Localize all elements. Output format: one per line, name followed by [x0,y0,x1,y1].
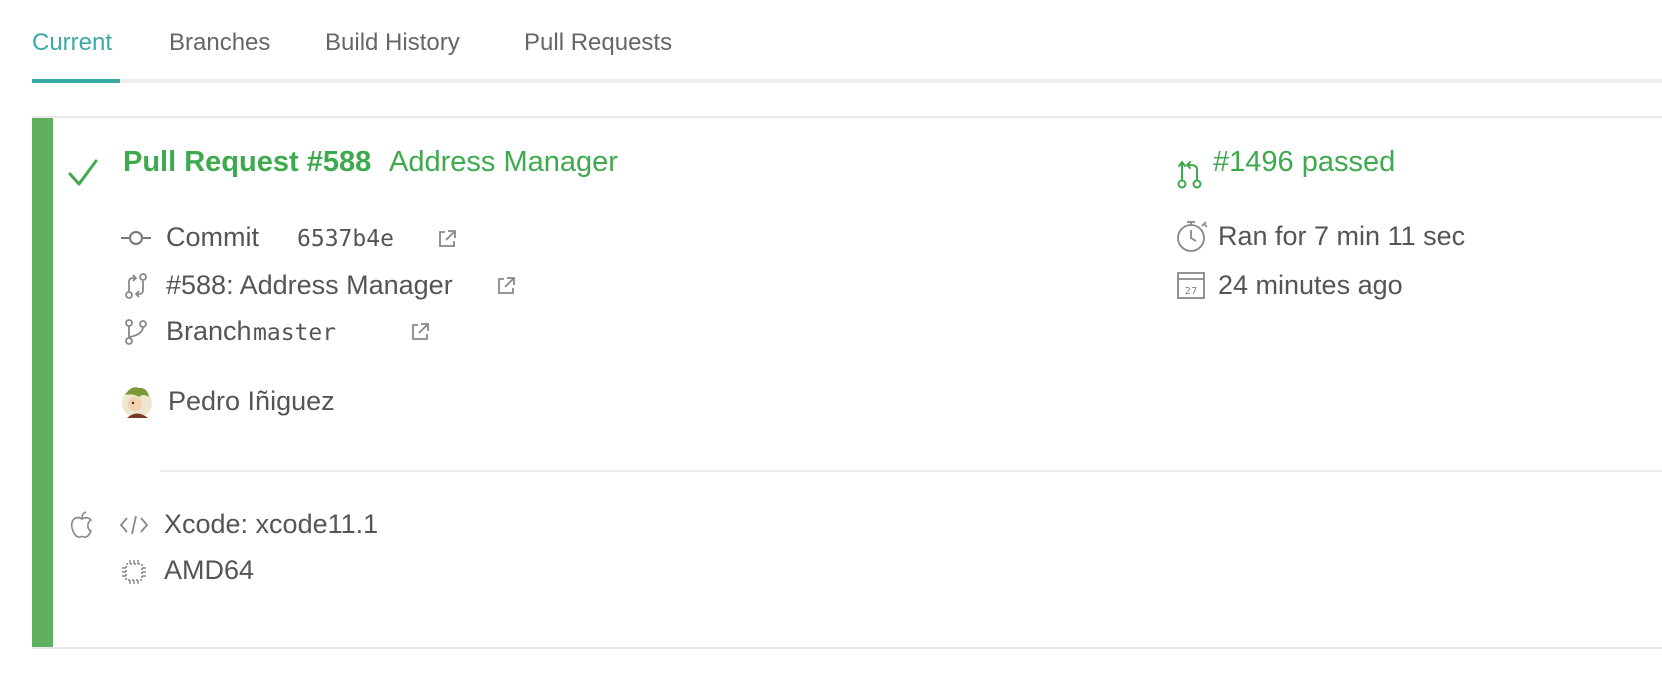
branch-name[interactable]: master [253,320,336,346]
tab-build-history[interactable]: Build History [325,29,460,57]
branch-icon [125,319,147,345]
calendar-icon: 27 [1177,272,1205,299]
tab-current[interactable]: Current [32,29,112,57]
code-icon [119,515,149,535]
tab-pull-requests[interactable]: Pull Requests [524,29,672,57]
duration: Ran for 7 min 11 sec [1218,221,1466,251]
calendar-day: 27 [1185,286,1198,297]
avatar [122,387,152,418]
branch-label: Branch [166,316,252,346]
tabs-divider [32,79,1662,83]
pull-request-link[interactable]: #588: Address Manager [166,270,453,301]
build-card: Pull Request #588 Address Manager #1496 … [32,116,1662,649]
commit-label: Commit [166,222,259,252]
finished-time: 24 minutes ago [1218,270,1403,300]
cpu-icon [122,560,146,584]
stopwatch-icon [1177,221,1208,252]
commit-icon [121,231,151,245]
active-tab-indicator [32,79,120,83]
check-icon [68,159,98,186]
build-subtitle: Address Manager [389,146,618,178]
section-divider [160,470,1662,472]
external-link-icon[interactable] [437,229,457,249]
compare-icon [125,273,147,299]
pull-request-icon [1177,160,1202,189]
status-bar [32,118,53,647]
author-name[interactable]: Pedro Iñiguez [168,386,335,417]
external-link-icon[interactable] [410,322,430,342]
build-title[interactable]: Pull Request #588 [123,146,371,179]
architecture: AMD64 [164,555,255,585]
build-number-status[interactable]: #1496 passed [1213,146,1395,179]
tab-branches[interactable]: Branches [169,29,270,57]
apple-icon [70,511,93,538]
xcode-version: Xcode: xcode11.1 [164,509,379,539]
external-link-icon[interactable] [496,276,516,296]
commit-sha[interactable]: 6537b4e [297,226,394,252]
